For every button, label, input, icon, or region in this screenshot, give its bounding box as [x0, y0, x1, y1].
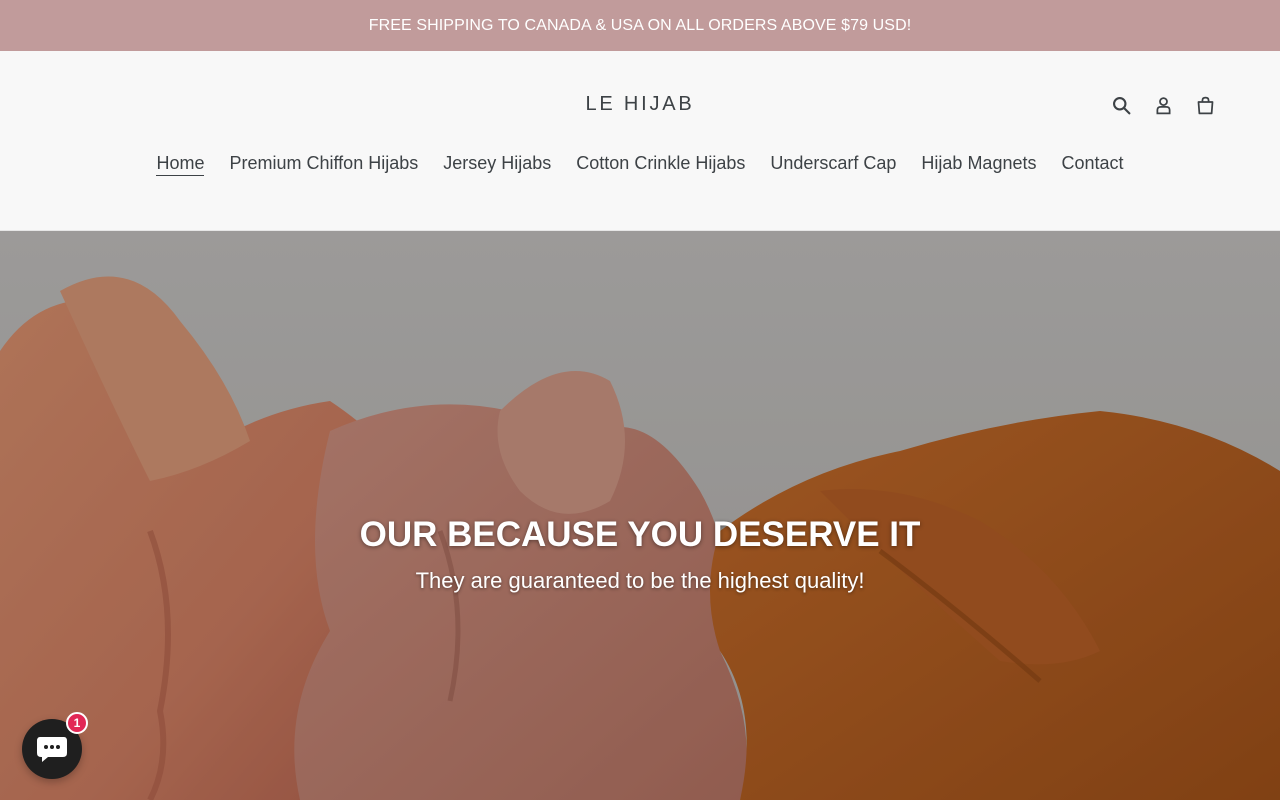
nav-link-underscarf-cap[interactable]: Underscarf Cap: [770, 153, 896, 175]
header-icons: [1106, 91, 1220, 119]
cart-icon[interactable]: [1190, 91, 1220, 119]
site-logo[interactable]: LE HIJAB: [0, 93, 1280, 116]
hero-banner: OUR BECAUSE YOU DESERVE IT They are guar…: [0, 231, 1280, 800]
nav-item: Cotton Crinkle Hijabs: [576, 153, 745, 174]
nav-item: Underscarf Cap: [770, 153, 896, 174]
account-icon[interactable]: [1148, 91, 1178, 119]
nav-link-cotton-crinkle-hijabs[interactable]: Cotton Crinkle Hijabs: [576, 153, 745, 175]
hero-title: OUR BECAUSE YOU DESERVE IT: [359, 515, 921, 554]
announcement-bar: FREE SHIPPING TO CANADA & USA ON ALL ORD…: [0, 0, 1280, 51]
nav-link-hijab-magnets[interactable]: Hijab Magnets: [921, 153, 1036, 175]
search-icon[interactable]: [1106, 91, 1136, 119]
site-header: LE HIJAB Home Premium Chiffon Hijabs Jerse…: [0, 51, 1280, 231]
nav-link-home[interactable]: Home: [156, 153, 205, 176]
nav-link-jersey-hijabs[interactable]: Jersey Hijabs: [443, 153, 551, 175]
chat-notification-badge: 1: [66, 712, 88, 734]
hero-subtitle: They are guaranteed to be the highest qu…: [415, 568, 865, 593]
nav-item: Hijab Magnets: [921, 153, 1036, 174]
nav-item: Contact: [1061, 153, 1123, 174]
nav-item: Jersey Hijabs: [443, 153, 551, 174]
nav-item: Premium Chiffon Hijabs: [229, 153, 418, 174]
nav-link-contact[interactable]: Contact: [1061, 153, 1123, 175]
main-navigation: Home Premium Chiffon Hijabs Jersey Hijabs C…: [0, 153, 1280, 176]
chat-icon: [37, 737, 67, 762]
nav-link-premium-chiffon-hijabs[interactable]: Premium Chiffon Hijabs: [229, 153, 418, 175]
announcement-text: FREE SHIPPING TO CANADA & USA ON ALL ORD…: [368, 16, 912, 34]
nav-item: Home: [156, 153, 205, 176]
